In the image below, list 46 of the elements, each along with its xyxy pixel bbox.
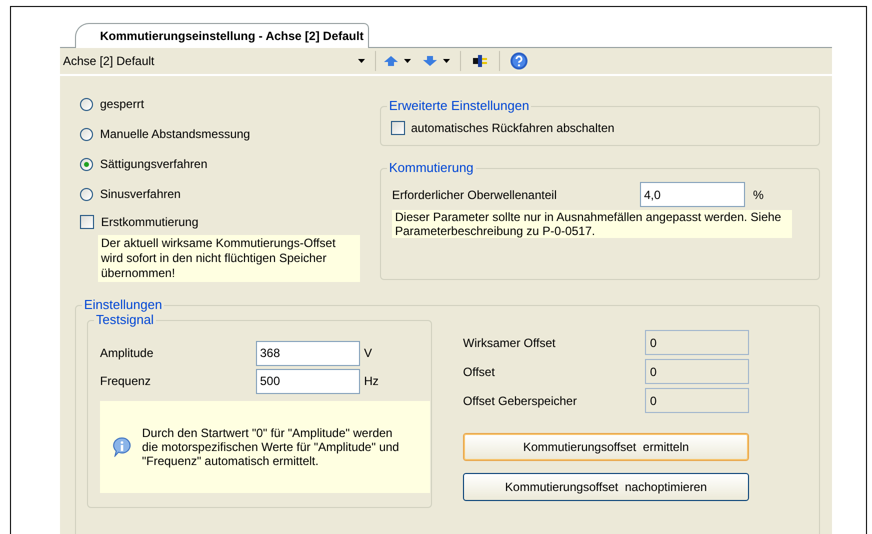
radio-button[interactable] xyxy=(80,158,93,170)
readout-label: Wirksamer Offset xyxy=(463,334,556,352)
field-label: Amplitude xyxy=(100,345,154,362)
radio-label: Sinusverfahren xyxy=(100,186,181,203)
info-icon xyxy=(112,437,132,457)
readout-label: Offset Geberspeicher xyxy=(463,392,578,410)
note-text: Dieser Parameter sollte nur in Ausnahmefällen angepasst werden. Siehe Parameterbeschreibung zu P-0-0517. xyxy=(392,210,792,238)
group-title: Testsignal xyxy=(94,312,156,328)
up-arrow-icon xyxy=(384,56,398,66)
axis-dropdown[interactable]: Achse [2] Default xyxy=(63,52,371,70)
checkbox[interactable] xyxy=(391,121,405,135)
readout-field: 0 xyxy=(645,359,749,384)
input-field[interactable]: 368 xyxy=(256,340,360,366)
checkbox-label: automatisches Rückfahren abschalten xyxy=(411,120,614,137)
note-text: Der aktuell wirksame Kommutierungs-Offset wird sofort in den nicht flüchtigen Speicher übernommen! xyxy=(98,235,360,282)
caret-icon xyxy=(404,59,411,63)
radio-label: gesperrt xyxy=(100,96,144,113)
checkbox-label: Erstkommutierung xyxy=(101,214,198,231)
field-label: Erforderlicher Oberwellenanteil xyxy=(392,186,558,204)
group-title: Einstellungen xyxy=(82,297,164,313)
unit-label: Hz xyxy=(364,373,379,390)
down-arrow-icon xyxy=(423,56,437,66)
radio-button[interactable] xyxy=(80,128,93,140)
plug-icon xyxy=(473,55,487,67)
unit-label: % xyxy=(753,186,764,204)
readout-field: 0 xyxy=(645,388,749,413)
checkbox[interactable] xyxy=(80,215,94,229)
unit-label: V xyxy=(364,345,372,362)
input-field[interactable]: 500 xyxy=(256,368,360,394)
field-label: Frequenz xyxy=(100,373,152,390)
caret-icon xyxy=(358,59,365,63)
readout-field: 0 xyxy=(645,330,749,355)
radio-label: Manuelle Abstandsmessung xyxy=(100,126,250,143)
radio-button[interactable] xyxy=(80,98,93,110)
action-button[interactable]: Kommutierungsoffset ermitteln xyxy=(463,433,749,461)
action-button[interactable]: Kommutierungsoffset nachoptimieren xyxy=(463,473,749,501)
group-title: Kommutierung xyxy=(387,160,476,176)
caret-icon xyxy=(443,59,450,63)
info-text: Durch den Startwert "0" für "Amplitude" werden die motorspezifischen Werte für "Amplitude" und "Frequenz" automatisch ermittelt. xyxy=(142,426,400,468)
radio-button[interactable] xyxy=(80,188,93,200)
radio-label: Sättigungsverfahren xyxy=(100,156,208,173)
help-icon xyxy=(510,52,528,70)
tab[interactable]: Kommutierungseinstellung - Achse [2] Default xyxy=(75,23,369,48)
harmonic-share-field[interactable]: 4,0 xyxy=(640,182,745,207)
readout-label: Offset xyxy=(463,364,496,380)
group-title: Erweiterte Einstellungen xyxy=(387,98,532,114)
